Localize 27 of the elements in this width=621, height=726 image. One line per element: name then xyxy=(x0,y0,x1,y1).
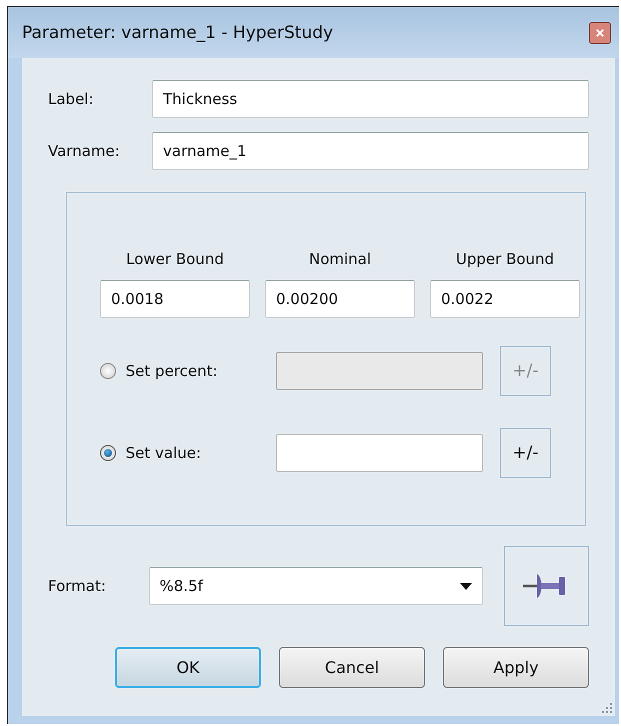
varname-field[interactable]: varname_1 xyxy=(152,132,589,170)
dropdown-arrow-icon xyxy=(460,582,472,590)
ok-button[interactable]: OK xyxy=(115,647,261,688)
bound-field[interactable]: 0.0018 xyxy=(100,280,250,318)
apply-button[interactable]: Apply xyxy=(443,647,589,688)
close-button[interactable] xyxy=(589,22,611,44)
column-heading: Lower Bound xyxy=(126,250,224,268)
bound-field[interactable]: 0.00200 xyxy=(265,280,415,318)
radio-button[interactable] xyxy=(100,445,116,461)
option-field[interactable] xyxy=(276,352,483,390)
close-icon xyxy=(596,28,604,38)
resize-grip-icon xyxy=(601,702,613,714)
field-label: Varname: xyxy=(47,142,121,160)
field-label: Format: xyxy=(47,577,107,595)
field-label: Label: xyxy=(47,90,95,108)
plus-minus-button[interactable]: +/- xyxy=(500,428,551,478)
format-dropdown[interactable]: %8.5f xyxy=(148,567,482,605)
label-field[interactable]: Thickness xyxy=(152,80,589,118)
window-title: Parameter: varname_1 - HyperStudy xyxy=(22,22,334,42)
pin-button[interactable] xyxy=(504,546,589,626)
option-label: Set percent: xyxy=(126,362,219,380)
bound-field[interactable]: 0.0022 xyxy=(430,280,580,318)
option-label: Set value: xyxy=(126,444,202,462)
column-heading: Upper Bound xyxy=(456,250,554,268)
option-field[interactable] xyxy=(276,434,483,472)
column-heading: Nominal xyxy=(308,250,372,268)
cancel-button[interactable]: Cancel xyxy=(279,647,425,688)
